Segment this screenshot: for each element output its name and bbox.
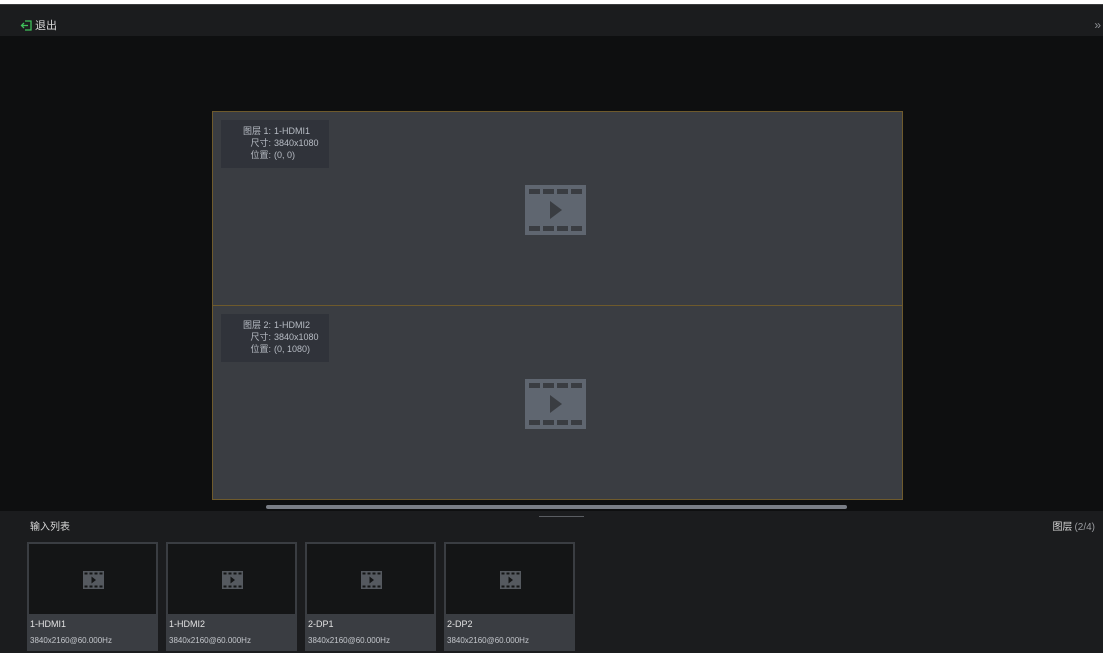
input-list-title: 输入列表 [30,522,70,533]
collapse-panel-button[interactable]: » [1094,18,1101,32]
layer-count-value: (2/4) [1074,522,1095,533]
video-film-icon [500,571,521,589]
exit-button[interactable]: 退出 [20,17,57,33]
output-screen: 图层 1: 1-HDMI1 尺寸: 3840x1080 位置: (0, 0) 图… [212,111,903,500]
input-resolution: 3840x2160@60.000Hz [30,636,112,645]
app-window: 退出 » 图层 1: 1-HDMI1 尺寸: 3840x1080 位置: (0,… [0,0,1103,653]
layer-count-label: 图层 [1052,522,1073,533]
horizontal-scrollbar[interactable] [266,505,847,509]
input-name: 1-HDMI1 [30,619,67,629]
input-resolution: 3840x2160@60.000Hz [308,636,390,645]
input-thumbnail [446,544,573,614]
input-card-hdmi2[interactable]: 1-HDMI2 3840x2160@60.000Hz [166,542,297,651]
video-film-icon [361,571,382,589]
layer-position: (0, 0) [274,150,296,160]
input-name: 2-DP1 [308,619,334,629]
input-name: 2-DP2 [447,619,473,629]
size-key: 尺寸: [250,138,271,148]
video-film-icon [525,379,586,429]
layer-info-box: 图层 1: 1-HDMI1 尺寸: 3840x1080 位置: (0, 0) [221,120,329,168]
layer-source: 1-HDMI1 [274,126,311,136]
input-card-hdmi1[interactable]: 1-HDMI1 3840x2160@60.000Hz [27,542,158,651]
exit-icon [20,19,32,31]
input-thumbnail [307,544,434,614]
exit-label: 退出 [35,20,57,32]
title-bar: 退出 » [0,5,1103,36]
position-key: 位置: [250,150,271,160]
video-film-icon [222,571,243,589]
layer-info-box: 图层 2: 1-HDMI2 尺寸: 3840x1080 位置: (0, 1080… [221,314,329,362]
input-thumbnail [29,544,156,614]
video-film-icon [525,185,586,235]
position-key: 位置: [250,344,271,354]
layer-size: 3840x1080 [274,332,319,342]
layer-size: 3840x1080 [274,138,319,148]
input-panel: 输入列表 图层 (2/4) 1-HDMI1 3840x2160@60.000Hz… [0,511,1103,653]
input-name: 1-HDMI2 [169,619,206,629]
input-resolution: 3840x2160@60.000Hz [447,636,529,645]
size-key: 尺寸: [250,332,271,342]
layer-source: 1-HDMI2 [274,320,311,330]
panel-resize-handle[interactable] [539,516,584,517]
layer-1[interactable]: 图层 1: 1-HDMI1 尺寸: 3840x1080 位置: (0, 0) [213,112,902,306]
layer-key: 图层 1: [242,126,271,136]
input-card-dp1[interactable]: 2-DP1 3840x2160@60.000Hz [305,542,436,651]
layer-key: 图层 2: [242,320,271,330]
layer-count: 图层 (2/4) [1052,518,1095,533]
editing-canvas: 图层 1: 1-HDMI1 尺寸: 3840x1080 位置: (0, 0) 图… [0,36,1103,510]
layer-position: (0, 1080) [274,344,311,354]
input-resolution: 3840x2160@60.000Hz [169,636,251,645]
video-film-icon [83,571,104,589]
input-card-dp2[interactable]: 2-DP2 3840x2160@60.000Hz [444,542,575,651]
layer-2[interactable]: 图层 2: 1-HDMI2 尺寸: 3840x1080 位置: (0, 1080… [213,306,902,499]
input-thumbnail [168,544,295,614]
